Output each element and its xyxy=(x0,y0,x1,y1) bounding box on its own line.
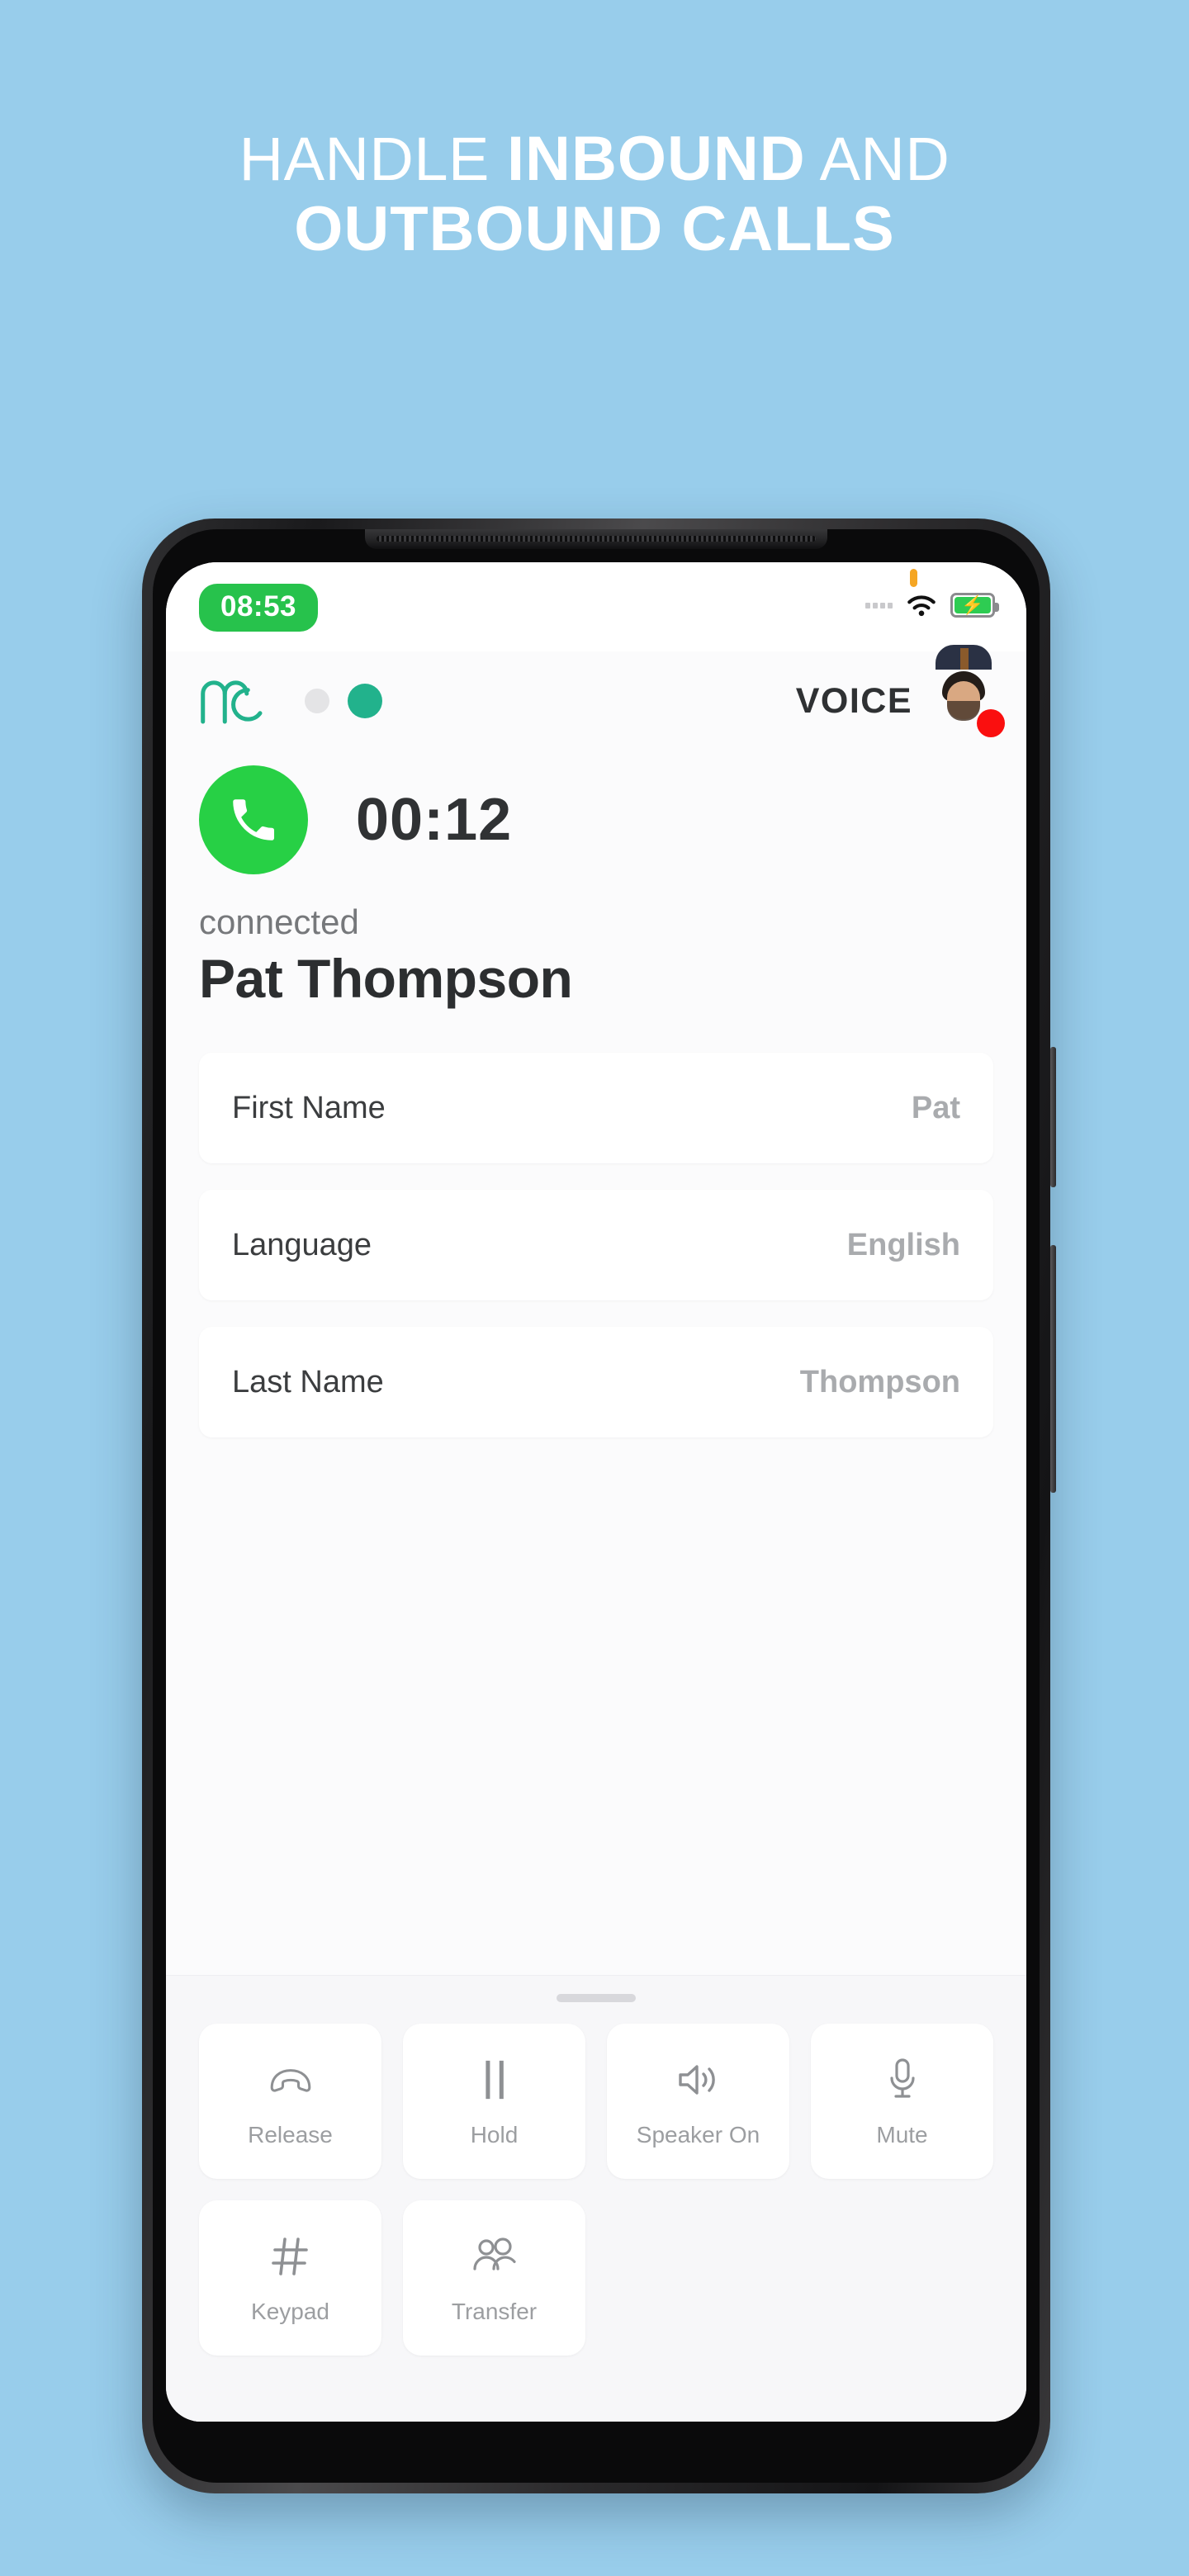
phone-bezel: 08:53 ⚡ VOICE 00:12 connected Pat Thomps… xyxy=(153,529,1040,2483)
info-label: First Name xyxy=(232,1090,386,1125)
info-label: Last Name xyxy=(232,1364,384,1399)
power-button[interactable] xyxy=(1050,1245,1056,1493)
mc-logo-icon[interactable] xyxy=(199,678,275,724)
keypad-label: Keypad xyxy=(251,2299,329,2324)
call-summary-row: 00:12 xyxy=(199,765,993,874)
hold-label: Hold xyxy=(470,2122,519,2147)
hash-keypad-icon xyxy=(270,2231,311,2282)
list-item[interactable]: Language English xyxy=(199,1190,993,1300)
active-call-panel: 00:12 connected Pat Thompson xyxy=(166,751,1026,1010)
info-value: English xyxy=(846,1227,960,1262)
info-value: Pat xyxy=(911,1090,960,1125)
wifi-icon xyxy=(904,592,939,618)
channel-mode-label: VOICE xyxy=(795,680,912,721)
recording-badge-icon xyxy=(977,709,1005,737)
hold-button[interactable]: Hold xyxy=(403,2024,585,2179)
promo-headline: HANDLE INBOUND AND OUTBOUND CALLS xyxy=(0,124,1189,264)
status-bar: 08:53 ⚡ xyxy=(166,562,1026,651)
speaker-label: Speaker On xyxy=(636,2122,760,2147)
call-duration-timer: 00:12 xyxy=(356,787,513,853)
earpiece-speaker-grille xyxy=(365,529,827,549)
list-item[interactable]: First Name Pat xyxy=(199,1053,993,1163)
promo-text-handle: HANDLE xyxy=(239,125,507,193)
people-transfer-icon xyxy=(471,2231,518,2282)
transfer-button[interactable]: Transfer xyxy=(403,2200,585,2356)
mute-button[interactable]: Mute xyxy=(811,2024,993,2179)
orange-dot-icon xyxy=(910,569,917,587)
release-button[interactable]: Release xyxy=(199,2024,381,2179)
release-label: Release xyxy=(248,2122,333,2147)
call-end-icon xyxy=(267,2054,315,2105)
contact-name: Pat Thompson xyxy=(199,948,573,1009)
list-item[interactable]: Last Name Thompson xyxy=(199,1327,993,1437)
signal-dots-icon xyxy=(865,602,893,608)
status-bar-icons: ⚡ xyxy=(865,592,999,618)
header-status-dots xyxy=(305,684,382,718)
info-value: Thompson xyxy=(799,1364,960,1399)
promo-text-and: AND xyxy=(805,125,950,193)
info-label: Language xyxy=(232,1227,372,1262)
pause-icon xyxy=(478,2054,511,2105)
phone-screen: 08:53 ⚡ VOICE 00:12 connected Pat Thomps… xyxy=(166,562,1026,2422)
promo-headline-line-1: HANDLE INBOUND AND xyxy=(0,124,1189,194)
contact-info-list: First Name Pat Language English Last Nam… xyxy=(166,1010,1026,1437)
keypad-button[interactable]: Keypad xyxy=(199,2200,381,2356)
battery-charging-icon: ⚡ xyxy=(950,593,999,618)
promo-headline-line-2: OUTBOUND CALLS xyxy=(0,194,1189,264)
call-controls-sheet: Release Hold Speaker On Mute Keypad Tran… xyxy=(166,1975,1026,2422)
drag-handle[interactable] xyxy=(557,1994,636,2002)
microphone-icon xyxy=(885,2054,920,2105)
promo-text-outbound-calls: OUTBOUND CALLS xyxy=(294,194,895,265)
app-header: VOICE xyxy=(166,645,1026,751)
call-controls-row-primary: Release Hold Speaker On Mute xyxy=(199,2024,993,2179)
transfer-label: Transfer xyxy=(451,2299,538,2324)
mute-label: Mute xyxy=(876,2122,928,2147)
speaker-icon xyxy=(675,2054,722,2105)
phone-handset-icon xyxy=(199,765,308,874)
agent-avatar[interactable] xyxy=(929,645,1005,737)
phone-device-frame: 08:53 ⚡ VOICE 00:12 connected Pat Thomps… xyxy=(142,519,1056,2493)
speaker-button[interactable]: Speaker On xyxy=(607,2024,789,2179)
status-dot-active[interactable] xyxy=(348,684,382,718)
volume-button[interactable] xyxy=(1050,1047,1056,1187)
status-dot-inactive[interactable] xyxy=(305,689,329,713)
call-status-text: connected xyxy=(199,902,359,941)
promo-text-inbound: INBOUND xyxy=(506,124,806,194)
call-controls-row-secondary: Keypad Transfer xyxy=(199,2200,993,2356)
status-bar-clock: 08:53 xyxy=(199,584,319,632)
